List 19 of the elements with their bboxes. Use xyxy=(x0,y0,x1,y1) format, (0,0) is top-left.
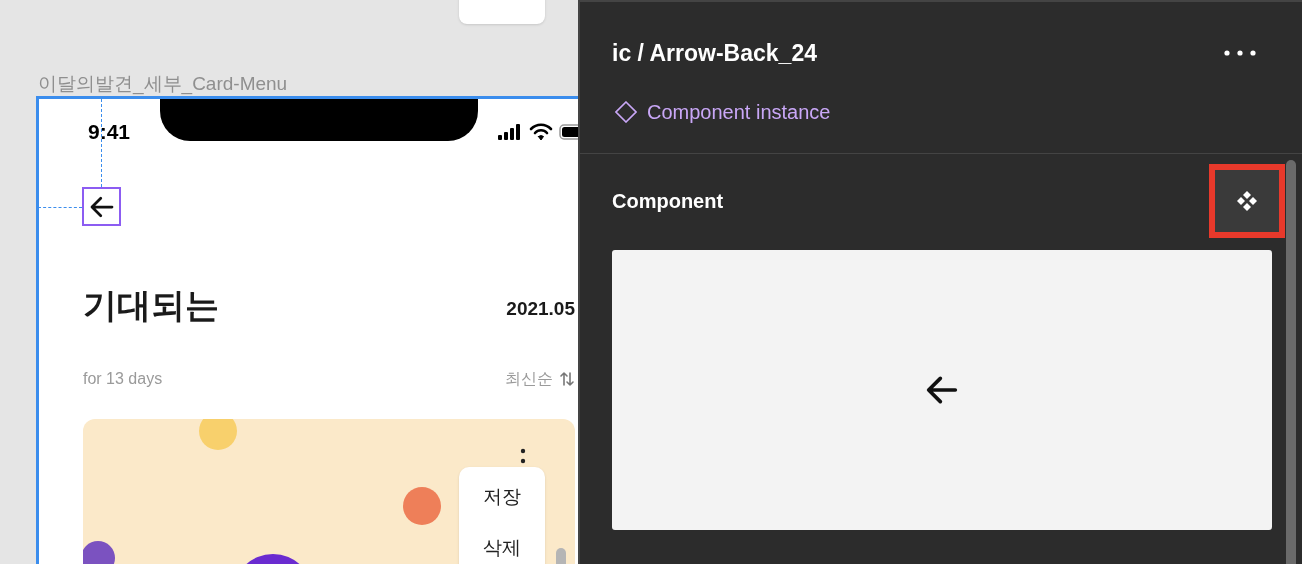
more-icon[interactable] xyxy=(520,447,526,465)
page-title: 기대되는 xyxy=(83,285,219,326)
status-time: 9:41 xyxy=(88,119,131,146)
more-icon[interactable] xyxy=(1224,50,1256,57)
date-label: 2021.05 xyxy=(506,296,575,321)
component-icon xyxy=(1236,189,1258,212)
menu-item[interactable]: 삭제 xyxy=(483,533,521,562)
section-title: Component xyxy=(612,188,724,214)
instance-label: Component instance xyxy=(647,99,831,125)
wifi-icon xyxy=(529,123,553,141)
component-button[interactable] xyxy=(1209,163,1285,238)
sort-icon xyxy=(559,371,575,387)
back-button[interactable] xyxy=(82,187,121,226)
duration-label: for 13 days xyxy=(83,369,163,389)
menu-item[interactable]: 저장 xyxy=(483,483,521,512)
layer-title: ic / Arrow-Back_24 xyxy=(612,39,817,68)
signal-icon xyxy=(497,124,523,140)
diamond-icon xyxy=(615,100,637,123)
frame-label: 이달의발견_세부_Card-Menu xyxy=(38,72,288,97)
